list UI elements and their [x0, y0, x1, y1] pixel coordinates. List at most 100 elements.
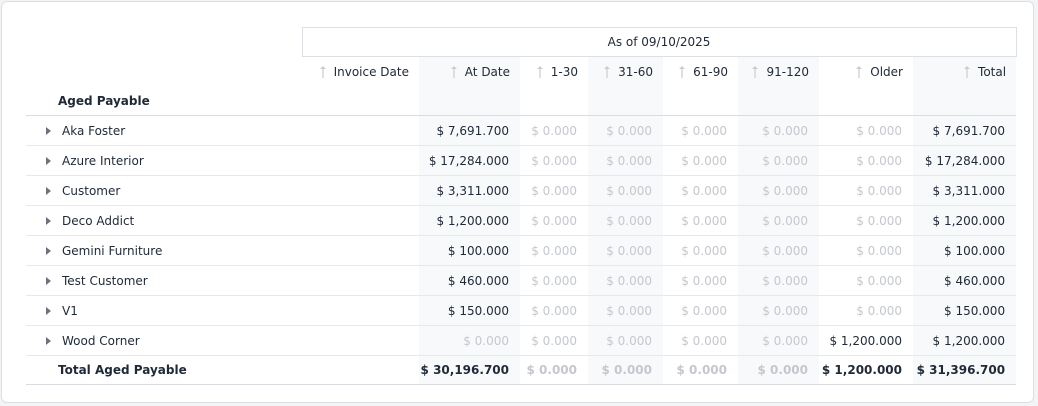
partner-cell[interactable]: Deco Addict [26, 205, 302, 236]
caret-right-icon[interactable] [46, 186, 51, 195]
partner-cell[interactable]: Wood Corner [26, 325, 302, 356]
partner-cell[interactable]: Test Customer [26, 265, 302, 296]
table-row[interactable]: Deco Addict $ 1,200.000 $ 0.000 $ 0.000 $ 0.… [26, 205, 1017, 236]
section-fill [302, 86, 419, 116]
section-fill [588, 86, 663, 116]
caret-right-icon[interactable] [46, 276, 51, 285]
amount-cell: $ 0.000 [819, 205, 913, 236]
amount-cell: $ 3,311.000 [419, 175, 520, 206]
table-row[interactable]: Test Customer $ 460.000 $ 0.000 $ 0.000 $ 0.… [26, 265, 1017, 296]
column-header-label: 61-90 [693, 64, 728, 79]
amount-cell: $ 0.000 [588, 325, 663, 356]
amount-cell: $ 0.000 [588, 235, 663, 266]
amount-cell: $ 0.000 [520, 145, 588, 176]
amount-cell: $ 0.000 [520, 175, 588, 206]
column-header-label: 91-120 [766, 64, 809, 79]
table-row[interactable]: Gemini Furniture $ 100.000 $ 0.000 $ 0.000 $… [26, 235, 1017, 266]
amount-cell: $ 460.000 [913, 265, 1017, 296]
invoice-date-cell [302, 115, 419, 146]
sort-icon [679, 65, 686, 78]
caret-right-icon[interactable] [46, 306, 51, 315]
amount-cell: $ 7,691.700 [419, 115, 520, 146]
amount-cell: $ 0.000 [588, 295, 663, 326]
aged-payable-table: As of 09/10/2025 Invoice Date At Date 1-30… [26, 27, 1017, 385]
column-header-label: 1-30 [550, 64, 578, 79]
partner-name: Azure Interior [62, 153, 144, 168]
invoice-date-cell [302, 235, 419, 266]
amount-cell: $ 0.000 [738, 205, 819, 236]
partner-name: Deco Addict [62, 213, 135, 228]
amount-cell: $ 0.000 [663, 265, 738, 296]
column-header-61-90[interactable]: 61-90 [663, 57, 738, 87]
amount-cell: $ 0.000 [819, 235, 913, 266]
amount-cell: $ 1,200.000 [913, 325, 1017, 356]
section-fill [819, 86, 913, 116]
column-header-invoice-date[interactable]: Invoice Date [302, 57, 419, 87]
amount-cell: $ 460.000 [419, 265, 520, 296]
amount-cell: $ 0.000 [520, 235, 588, 266]
caret-right-icon[interactable] [46, 336, 51, 345]
caret-right-icon[interactable] [46, 156, 51, 165]
section-fill [913, 86, 1017, 116]
partner-cell[interactable]: Azure Interior [26, 145, 302, 176]
column-header-total[interactable]: Total [913, 56, 1017, 87]
partner-name: Test Customer [62, 273, 148, 288]
amount-cell: $ 0.000 [520, 295, 588, 326]
sort-icon [856, 65, 863, 78]
partner-cell[interactable]: Aka Foster [26, 115, 302, 146]
partner-name: Aka Foster [62, 123, 126, 138]
total-amount-cell: $ 0.000 [520, 355, 588, 385]
partner-cell[interactable]: Customer [26, 175, 302, 206]
section-fill [419, 86, 520, 116]
column-header-1-30[interactable]: 1-30 [520, 57, 588, 87]
column-header-older[interactable]: Older [819, 57, 913, 87]
sort-icon [319, 65, 326, 78]
caret-right-icon[interactable] [46, 216, 51, 225]
table-row[interactable]: Azure Interior $ 17,284.000 $ 0.000 $ 0.000… [26, 145, 1017, 176]
sort-icon [964, 65, 971, 78]
amount-cell: $ 150.000 [419, 295, 520, 326]
amount-cell: $ 0.000 [738, 175, 819, 206]
amount-cell: $ 0.000 [819, 175, 913, 206]
invoice-date-cell [302, 265, 419, 296]
amount-cell: $ 0.000 [663, 205, 738, 236]
invoice-date-cell [302, 325, 419, 356]
table-row[interactable]: Customer $ 3,311.000 $ 0.000 $ 0.000 $ 0.000… [26, 175, 1017, 206]
invoice-date-cell [302, 205, 419, 236]
column-header-31-60[interactable]: 31-60 [588, 56, 663, 87]
column-header-at-date[interactable]: At Date [419, 56, 520, 87]
column-header-label: 31-60 [618, 64, 653, 79]
total-label: Total Aged Payable [26, 355, 302, 385]
amount-cell: $ 17,284.000 [419, 145, 520, 176]
column-header-91-120[interactable]: 91-120 [738, 56, 819, 87]
amount-cell: $ 0.000 [819, 295, 913, 326]
header-spacer [26, 57, 302, 87]
amount-cell: $ 7,691.700 [913, 115, 1017, 146]
partner-name: Gemini Furniture [62, 243, 163, 258]
column-header-label: Invoice Date [333, 64, 409, 79]
amount-cell: $ 0.000 [663, 175, 738, 206]
partner-cell[interactable]: V1 [26, 295, 302, 326]
caret-right-icon[interactable] [46, 246, 51, 255]
sort-icon [450, 65, 457, 78]
amount-cell: $ 150.000 [913, 295, 1017, 326]
invoice-date-cell [302, 295, 419, 326]
table-row[interactable]: V1 $ 150.000 $ 0.000 $ 0.000 $ 0.000 $ 0.000 $… [26, 295, 1017, 326]
table-row[interactable]: Wood Corner $ 0.000 $ 0.000 $ 0.000 $ 0.000 $… [26, 325, 1017, 356]
amount-cell: $ 100.000 [913, 235, 1017, 266]
amount-cell: $ 0.000 [588, 205, 663, 236]
invoice-date-cell [302, 145, 419, 176]
header-spacer [26, 28, 302, 57]
total-row: Total Aged Payable $ 30,196.700 $ 0.000 $ 0… [26, 355, 1017, 385]
partner-cell[interactable]: Gemini Furniture [26, 235, 302, 266]
caret-right-icon[interactable] [46, 126, 51, 135]
column-header-label: At Date [464, 64, 510, 79]
amount-cell: $ 0.000 [588, 145, 663, 176]
amount-cell: $ 0.000 [663, 295, 738, 326]
table-row[interactable]: Aka Foster $ 7,691.700 $ 0.000 $ 0.000 $ 0.0… [26, 115, 1017, 146]
amount-cell: $ 0.000 [663, 115, 738, 146]
total-amount-cell: $ 30,196.700 [419, 355, 520, 385]
total-invoice-date-cell [302, 355, 419, 385]
total-amount-cell: $ 0.000 [738, 355, 819, 385]
aged-payable-report-card: As of 09/10/2025 Invoice Date At Date 1-30… [1, 1, 1034, 403]
